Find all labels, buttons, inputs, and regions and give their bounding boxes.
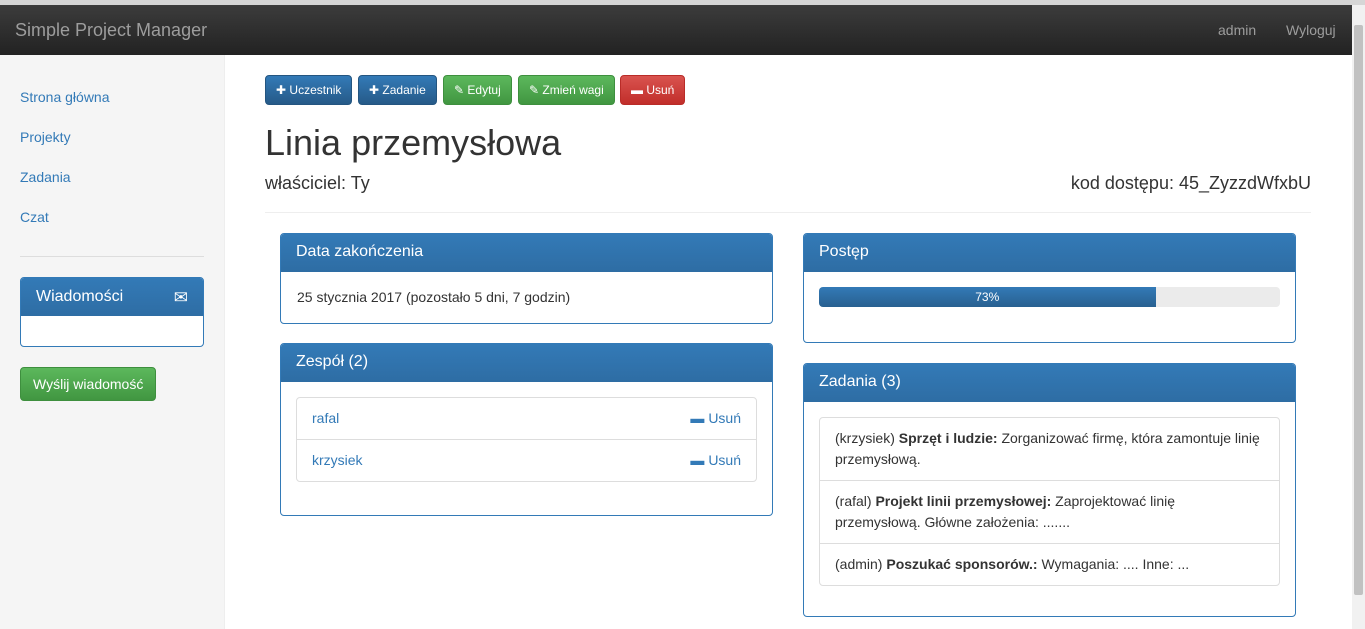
edit-button[interactable]: ✎ Edytuj <box>443 75 512 105</box>
logout-link[interactable]: Wyloguj <box>1286 22 1336 38</box>
team-list: rafal ▬ Usuń krzysiek ▬ Usuń <box>296 397 757 482</box>
brand[interactable]: Simple Project Manager <box>15 20 207 41</box>
task-user: (rafal) <box>835 493 872 509</box>
task-name: Projekt linii przemysłowej: <box>875 493 1052 509</box>
owner: właściciel: Ty <box>265 173 370 193</box>
navbar: Simple Project Manager admin Wyloguj <box>0 5 1352 55</box>
sidebar-item-tasks[interactable]: Zadania <box>20 169 71 185</box>
list-item[interactable]: (krzysiek) Sprzęt i ludzie: Zorganizować… <box>820 418 1279 480</box>
task-user: (admin) <box>835 556 883 572</box>
add-participant-button[interactable]: ✚ Uczestnik <box>265 75 353 105</box>
remove-member-button[interactable]: ▬ Usuń <box>690 450 741 471</box>
task-name: Poszukać sponsorów.: <box>886 556 1038 572</box>
progress-fill: 73% <box>819 287 1156 307</box>
label: Usuń <box>708 452 741 468</box>
sidebar-item-projects[interactable]: Projekty <box>20 129 71 145</box>
end-date-panel: Data zakończenia 25 stycznia 2017 (pozos… <box>280 233 773 324</box>
panel-title: Zadania (3) <box>804 364 1295 402</box>
scrollbar[interactable] <box>1352 5 1365 629</box>
access-code: kod dostępu: 45_ZyzzdWfxbU <box>1070 173 1311 193</box>
panel-title: Zespół (2) <box>281 344 772 382</box>
messages-panel: Wiadomości ✉ <box>20 277 204 347</box>
task-desc: Wymagania: .... Inne: ... <box>1041 556 1190 572</box>
task-name: Sprzęt i ludzie: <box>898 430 998 446</box>
tasks-panel: Zadania (3) (krzysiek) Sprzęt i ludzie: … <box>803 363 1296 617</box>
minus-icon: ▬ <box>690 452 705 468</box>
sidebar-item-chat[interactable]: Czat <box>20 209 49 225</box>
divider <box>265 212 1311 213</box>
label: Usuń <box>708 410 741 426</box>
list-item[interactable]: (rafal) Projekt linii przemysłowej: Zapr… <box>820 480 1279 543</box>
progress-bar: 73% <box>819 287 1280 307</box>
progress-panel: Postęp 73% <box>803 233 1296 343</box>
messages-header: Wiadomości ✉ <box>21 278 203 316</box>
delete-button[interactable]: ▬ Usuń <box>620 75 686 105</box>
team-panel: Zespół (2) rafal ▬ Usuń krzysiek ▬ Usuń <box>280 343 773 516</box>
label: Usuń <box>646 83 675 97</box>
label: Edytuj <box>467 83 501 97</box>
minus-icon: ▬ <box>631 83 643 97</box>
sidebar-item-home[interactable]: Strona główna <box>20 89 110 105</box>
user-link[interactable]: admin <box>1218 22 1256 38</box>
sidebar: Strona główna Projekty Zadania Czat Wiad… <box>0 55 225 629</box>
label: Zmień wagi <box>542 83 604 97</box>
minus-icon: ▬ <box>690 410 705 426</box>
messages-title: Wiadomości <box>36 288 124 305</box>
list-item: rafal ▬ Usuń <box>297 398 756 439</box>
divider <box>20 256 204 257</box>
member-link[interactable]: krzysiek <box>312 452 363 468</box>
remove-member-button[interactable]: ▬ Usuń <box>690 408 741 429</box>
member-link[interactable]: rafal <box>312 410 339 426</box>
plus-icon: ✚ <box>276 83 287 97</box>
pencil-icon: ✎ <box>454 83 465 97</box>
panel-title: Postęp <box>804 234 1295 272</box>
envelope-icon: ✉ <box>173 288 188 307</box>
add-task-button[interactable]: ✚ Zadanie <box>358 75 437 105</box>
label: Zadanie <box>382 83 426 97</box>
send-message-button[interactable]: Wyślij wiadomość <box>20 367 157 401</box>
task-user: (krzysiek) <box>835 430 895 446</box>
scrollbar-thumb[interactable] <box>1354 25 1363 595</box>
end-date-value: 25 stycznia 2017 (pozostało 5 dni, 7 god… <box>297 289 571 305</box>
plus-icon: ✚ <box>369 83 380 97</box>
change-weights-button[interactable]: ✎ Zmień wagi <box>518 75 615 105</box>
list-item[interactable]: (admin) Poszukać sponsorów.: Wymagania: … <box>820 543 1279 585</box>
list-item: krzysiek ▬ Usuń <box>297 439 756 481</box>
pencil-icon: ✎ <box>529 83 540 97</box>
page-title: Linia przemysłowa <box>265 122 562 163</box>
label: Uczestnik <box>289 83 342 97</box>
task-list: (krzysiek) Sprzęt i ludzie: Zorganizować… <box>819 417 1280 586</box>
panel-title: Data zakończenia <box>281 234 772 272</box>
